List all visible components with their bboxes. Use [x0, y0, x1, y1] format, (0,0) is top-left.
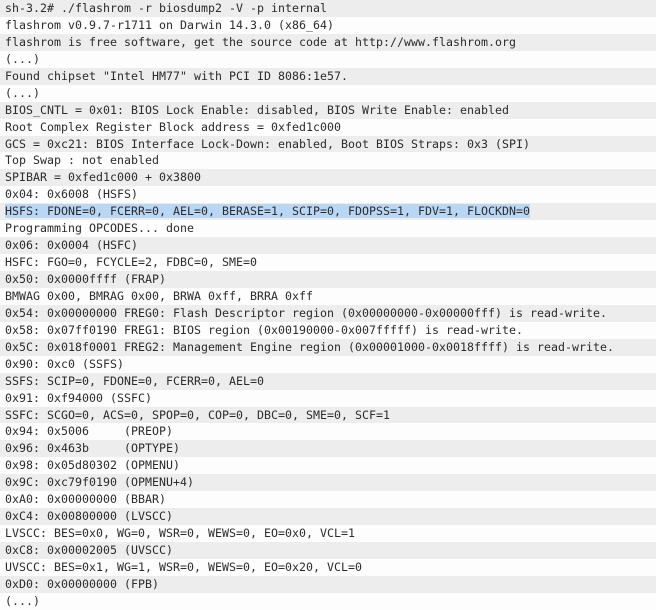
terminal-line[interactable]: SSFC: SCGO=0, ACS=0, SPOP=0, COP=0, DBC=…: [0, 406, 656, 424]
terminal-line[interactable]: Programming OPCODES... done: [0, 220, 656, 238]
terminal-line[interactable]: 0x58: 0x07ff0190 FREG1: BIOS region (0x0…: [0, 321, 656, 339]
terminal-line[interactable]: SPIBAR = 0xfed1c000 + 0x3800: [0, 169, 656, 187]
terminal-line-selected[interactable]: HSFS: FDONE=0, FCERR=0, AEL=0, BERASE=1,…: [0, 203, 656, 221]
terminal-line[interactable]: 0x98: 0x05d80302 (OPMENU): [0, 457, 656, 475]
terminal-line[interactable]: (...): [0, 50, 656, 68]
terminal-line[interactable]: flashrom is free software, get the sourc…: [0, 33, 656, 51]
selection-highlight: HSFS: FDONE=0, FCERR=0, AEL=0, BERASE=1,…: [5, 204, 531, 219]
terminal-line[interactable]: UVSCC: BES=0x1, WG=1, WSR=0, WEWS=0, EO=…: [0, 558, 656, 576]
terminal-line[interactable]: 0x5C: 0x018f0001 FREG2: Management Engin…: [0, 338, 656, 356]
terminal-line[interactable]: LVSCC: BES=0x0, WG=0, WSR=0, WEWS=0, EO=…: [0, 525, 656, 542]
terminal-line[interactable]: GCS = 0xc21: BIOS Interface Lock-Down: e…: [0, 135, 656, 153]
terminal-line[interactable]: 0xC4: 0x00800000 (LVSCC): [0, 508, 656, 526]
terminal-line[interactable]: Root Complex Register Block address = 0x…: [0, 118, 656, 136]
terminal-line[interactable]: Top Swap : not enabled: [0, 152, 656, 170]
terminal-line[interactable]: 0x50: 0x0000ffff (FRAP): [0, 271, 656, 288]
terminal-line[interactable]: sh-3.2# ./flashrom -r biosdump2 -V -p in…: [0, 0, 656, 17]
terminal-line[interactable]: flashrom v0.9.7-r1711 on Darwin 14.3.0 (…: [0, 16, 656, 34]
terminal-line[interactable]: 0xA0: 0x00000000 (BBAR): [0, 491, 656, 509]
terminal-line[interactable]: 0x94: 0x5006 (PREOP): [0, 423, 656, 441]
terminal-line[interactable]: (...): [0, 84, 656, 102]
terminal-line[interactable]: 0x90: 0xc0 (SSFS): [0, 355, 656, 373]
terminal-line[interactable]: SSFS: SCIP=0, FDONE=0, FCERR=0, AEL=0: [0, 372, 656, 390]
terminal-line[interactable]: Found chipset "Intel HM77" with PCI ID 8…: [0, 67, 656, 85]
terminal-line[interactable]: 0x9C: 0xc79f0190 (OPMENU+4): [0, 474, 656, 492]
terminal-line[interactable]: 0x04: 0x6008 (HSFS): [0, 186, 656, 204]
terminal-line[interactable]: 0x91: 0xf94000 (SSFC): [0, 389, 656, 407]
terminal-line[interactable]: 0x54: 0x00000000 FREG0: Flash Descriptor…: [0, 304, 656, 322]
terminal-line[interactable]: HSFC: FGO=0, FCYCLE=2, FDBC=0, SME=0: [0, 254, 656, 271]
terminal-line[interactable]: 0xD0: 0x00000000 (FPB): [0, 575, 656, 593]
terminal-line[interactable]: (...): [0, 592, 656, 610]
terminal-line[interactable]: BMWAG 0x00, BMRAG 0x00, BRWA 0xff, BRRA …: [0, 287, 656, 305]
terminal-output[interactable]: sh-3.2# ./flashrom -r biosdump2 -V -p in…: [0, 0, 656, 610]
terminal-line[interactable]: 0x96: 0x463b (OPTYPE): [0, 440, 656, 458]
terminal-line[interactable]: BIOS_CNTL = 0x01: BIOS Lock Enable: disa…: [0, 101, 656, 119]
terminal-line[interactable]: 0xC8: 0x00002005 (UVSCC): [0, 542, 656, 559]
terminal-line[interactable]: 0x06: 0x0004 (HSFC): [0, 237, 656, 255]
